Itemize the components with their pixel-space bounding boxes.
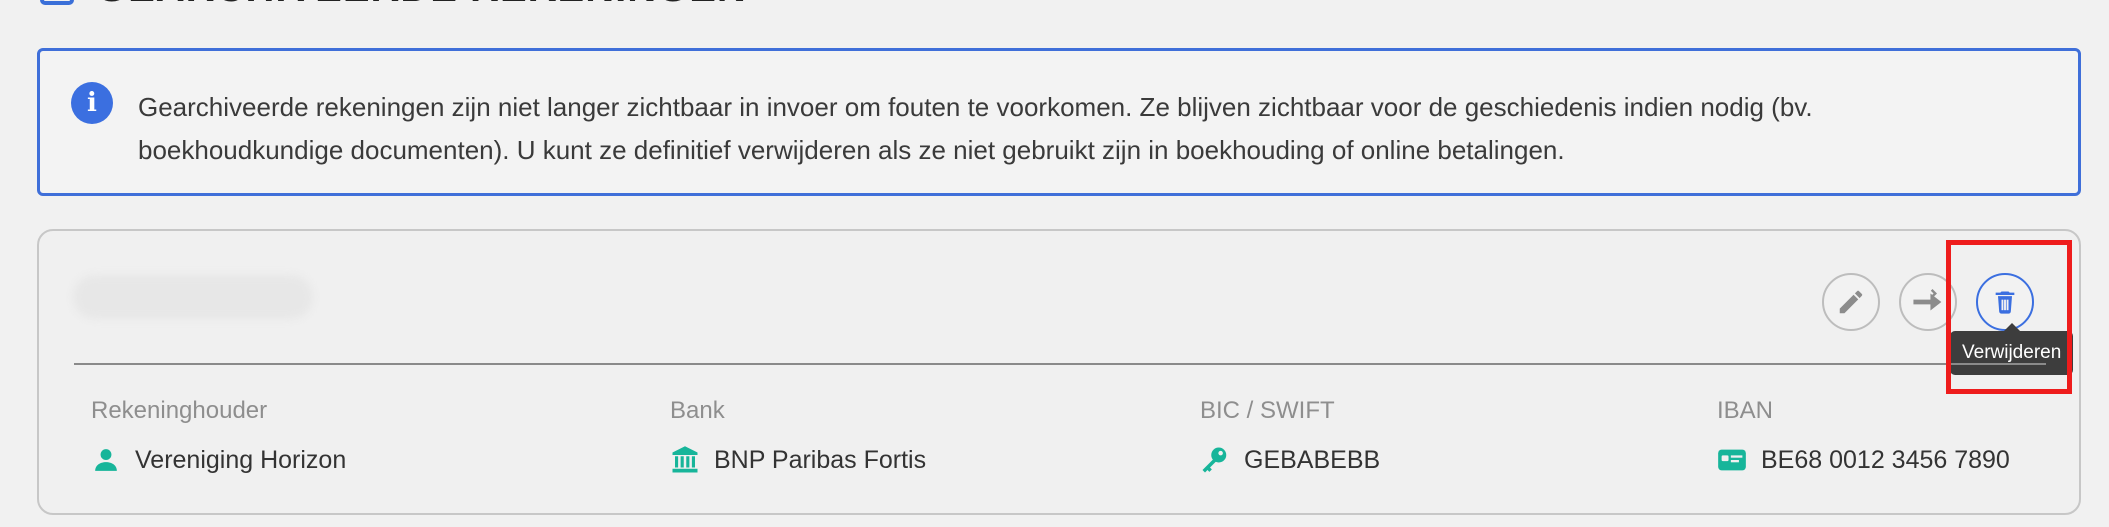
field-value: BE68 0012 3456 7890 — [1761, 445, 2010, 474]
info-message-box: i Gearchiveerde rekeningen zijn niet lan… — [37, 48, 2081, 196]
key-icon — [1200, 445, 1230, 475]
field-value: Vereniging Horizon — [135, 445, 347, 474]
account-name-blurred — [73, 275, 313, 319]
field-value: GEBABEBB — [1244, 445, 1381, 474]
field-label: Rekeninghouder — [91, 397, 268, 424]
page: Gearchiveerde rekeningen i Gearchiveerde… — [0, 0, 2109, 527]
archived-account-card: Verwijderen Rekeninghouder Vereniging Ho… — [37, 229, 2081, 515]
card-icon — [1717, 445, 1747, 475]
iban-field: IBAN BE68 0012 3456 7890 — [1717, 397, 2010, 475]
field-label: IBAN — [1717, 397, 1774, 424]
field-label: BIC / SWIFT — [1200, 397, 1335, 424]
card-divider — [74, 363, 2046, 365]
person-icon — [91, 445, 121, 475]
account-holder-field: Rekeninghouder Vereniging Horizon — [91, 397, 346, 475]
pencil-icon — [1839, 290, 1863, 314]
field-value: BNP Paribas Fortis — [714, 445, 927, 474]
bank-icon — [670, 445, 700, 475]
bic-swift-field: BIC / SWIFT GEBABEBB — [1200, 397, 1380, 475]
page-header: Gearchiveerde rekeningen — [40, 0, 747, 10]
field-label: Bank — [670, 397, 725, 424]
page-title: Gearchiveerde rekeningen — [96, 0, 747, 11]
archive-icon — [40, 0, 74, 5]
restore-button[interactable] — [1899, 273, 1957, 331]
info-message-text: Gearchiveerde rekeningen zijn niet lange… — [138, 92, 1813, 165]
edit-button[interactable] — [1822, 273, 1880, 331]
trash-icon — [1995, 291, 2015, 314]
bank-field: Bank BNP Paribas Fortis — [670, 397, 926, 475]
delete-tooltip: Verwijderen — [1950, 323, 2074, 375]
info-icon: i — [71, 82, 113, 124]
transfer-arrow-icon — [1913, 288, 1942, 311]
